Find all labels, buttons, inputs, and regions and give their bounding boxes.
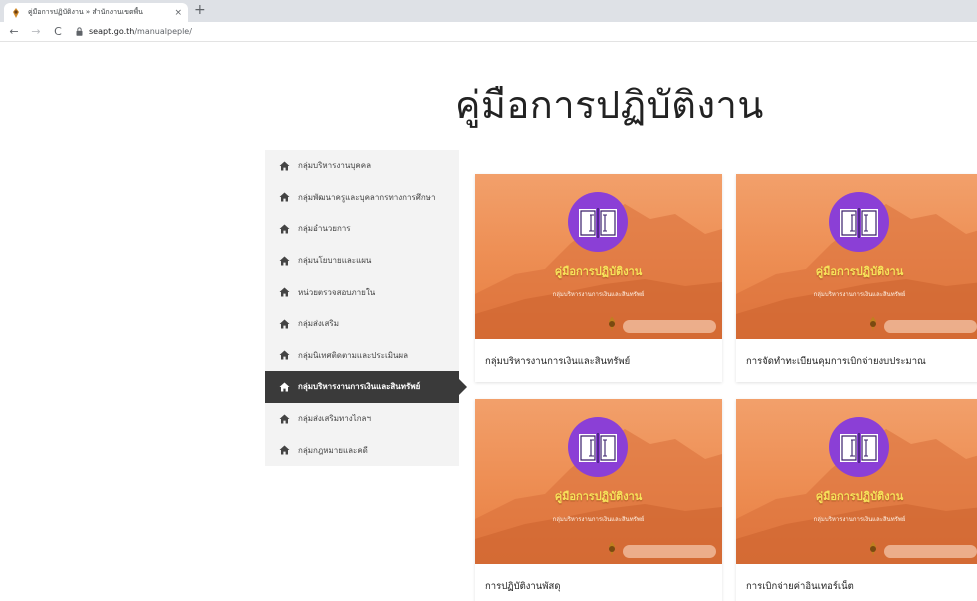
emblem-seal-icon — [870, 541, 876, 556]
sidebar-item-label: กลุ่มนิเทศติดตามและประเมินผล — [298, 350, 409, 360]
sidebar-item-label: กลุ่มส่งเสริม — [298, 319, 339, 329]
card-title-link[interactable]: การปฏิบัติงานพัสดุ — [485, 579, 561, 594]
manual-card[interactable]: คู่มือการปฏิบัติงานกลุ่มบริหารงานการเงิน… — [475, 399, 722, 601]
manual-card[interactable]: คู่มือการปฏิบัติงานกลุ่มบริหารงานการเงิน… — [475, 174, 722, 382]
sidebar-item-label: กลุ่มอำนวยการ — [298, 224, 351, 234]
emblem-seal-icon — [609, 316, 615, 331]
sidebar-item[interactable]: กลุ่มนิเทศติดตามและประเมินผล — [265, 340, 459, 372]
card-image-title: คู่มือการปฏิบัติงาน — [815, 490, 904, 503]
home-icon — [279, 319, 290, 329]
book-logo-icon — [829, 192, 889, 252]
home-icon — [279, 445, 290, 455]
decorative-pill — [884, 545, 977, 558]
card-title-link[interactable]: การเบิกจ่ายค่าอินเทอร์เน็ต — [746, 579, 854, 594]
sidebar-item-label: กลุ่มกฎหมายและคดี — [298, 445, 368, 455]
home-icon — [279, 161, 290, 171]
card-image-subtitle: กลุ่มบริหารงานการเงินและสินทรัพย์ — [552, 291, 645, 298]
manual-card[interactable]: คู่มือการปฏิบัติงานกลุ่มบริหารงานการเงิน… — [736, 399, 977, 601]
card-thumbnail[interactable]: คู่มือการปฏิบัติงานกลุ่มบริหารงานการเงิน… — [475, 174, 722, 339]
sidebar-item[interactable]: หน่วยตรวจสอบภายใน — [265, 276, 459, 308]
sidebar-item[interactable]: กลุ่มอำนวยการ — [265, 213, 459, 245]
book-logo-icon — [568, 192, 628, 252]
card-image-title: คู่มือการปฏิบัติงาน — [815, 265, 904, 278]
home-icon — [279, 287, 290, 297]
sidebar-nav: กลุ่มบริหารงานบุคคลกลุ่มพัฒนาครูและบุคลา… — [265, 150, 467, 466]
card-thumbnail[interactable]: คู่มือการปฏิบัติงานกลุ่มบริหารงานการเงิน… — [475, 399, 722, 564]
card-image-subtitle: กลุ่มบริหารงานการเงินและสินทรัพย์ — [813, 291, 906, 298]
address-bar[interactable]: seapt.go.th/manualpeple/ — [76, 27, 192, 36]
tab-title: คู่มือการปฏิบัติงาน » สำนักงานเขตพื้น — [28, 8, 143, 16]
manual-card[interactable]: คู่มือการปฏิบัติงานกลุ่มบริหารงานการเงิน… — [736, 174, 977, 382]
decorative-pill — [623, 320, 716, 333]
browser-toolbar: ← → C seapt.go.th/manualpeple/ — [0, 22, 977, 42]
forward-button[interactable]: → — [28, 25, 44, 38]
sidebar-item-label: กลุ่มบริหารงานบุคคล — [298, 161, 372, 171]
sidebar-item[interactable]: กลุ่มกฎหมายและคดี — [265, 434, 459, 466]
sidebar-item-label: กลุ่มบริหารงานการเงินและสินทรัพย์ — [298, 382, 421, 392]
sidebar-item-label: กลุ่มพัฒนาครูและบุคลากรทางการศึกษา — [298, 192, 436, 202]
card-image-subtitle: กลุ่มบริหารงานการเงินและสินทรัพย์ — [813, 516, 906, 523]
sidebar-item-label: กลุ่มนโยบายและแผน — [298, 256, 372, 266]
home-icon — [279, 192, 290, 202]
sidebar-item[interactable]: กลุ่มส่งเสริม — [265, 308, 459, 340]
url-host: seapt.go.th — [89, 27, 135, 36]
card-title-link[interactable]: การจัดทำทะเบียนคุมการเบิกจ่ายงบประมาณ — [746, 354, 926, 369]
home-icon — [279, 256, 290, 266]
sidebar-item[interactable]: กลุ่มนโยบายและแผน — [265, 245, 459, 277]
sidebar-item[interactable]: กลุ่มพัฒนาครูและบุคลากรทางการศึกษา — [265, 182, 459, 214]
new-tab-button[interactable]: + — [194, 2, 206, 18]
card-thumbnail[interactable]: คู่มือการปฏิบัติงานกลุ่มบริหารงานการเงิน… — [736, 174, 977, 339]
reload-button[interactable]: C — [50, 25, 66, 38]
browser-tab[interactable]: คู่มือการปฏิบัติงาน » สำนักงานเขตพื้น × — [4, 3, 188, 22]
sidebar-item-label: กลุ่มส่งเสริมทางไกลฯ — [298, 414, 371, 424]
card-image-title: คู่มือการปฏิบัติงาน — [554, 490, 643, 503]
card-image-subtitle: กลุ่มบริหารงานการเงินและสินทรัพย์ — [552, 516, 645, 523]
back-button[interactable]: ← — [6, 25, 22, 38]
url-path: /manualpeple/ — [134, 27, 192, 36]
sidebar-item[interactable]: กลุ่มบริหารงานบุคคล — [265, 150, 459, 182]
home-icon — [279, 224, 290, 234]
decorative-pill — [884, 320, 977, 333]
sidebar-item[interactable]: กลุ่มบริหารงานการเงินและสินทรัพย์ — [265, 371, 467, 403]
emblem-seal-icon — [609, 541, 615, 556]
card-thumbnail[interactable]: คู่มือการปฏิบัติงานกลุ่มบริหารงานการเงิน… — [736, 399, 977, 564]
site-favicon-icon — [13, 7, 19, 18]
sidebar-item[interactable]: กลุ่มส่งเสริมทางไกลฯ — [265, 403, 459, 435]
card-image-title: คู่มือการปฏิบัติงาน — [554, 265, 643, 278]
lock-icon — [76, 27, 83, 36]
book-logo-icon — [568, 417, 628, 477]
browser-tab-bar: คู่มือการปฏิบัติงาน » สำนักงานเขตพื้น × … — [0, 0, 977, 22]
home-icon — [279, 382, 290, 392]
card-title-link[interactable]: กลุ่มบริหารงานการเงินและสินทรัพย์ — [485, 354, 630, 369]
home-icon — [279, 350, 290, 360]
sidebar-item-label: หน่วยตรวจสอบภายใน — [298, 287, 376, 297]
book-logo-icon — [829, 417, 889, 477]
tab-close-icon[interactable]: × — [174, 8, 182, 18]
page-title: คู่มือการปฏิบัติงาน — [455, 83, 764, 127]
emblem-seal-icon — [870, 316, 876, 331]
home-icon — [279, 414, 290, 424]
decorative-pill — [623, 545, 716, 558]
